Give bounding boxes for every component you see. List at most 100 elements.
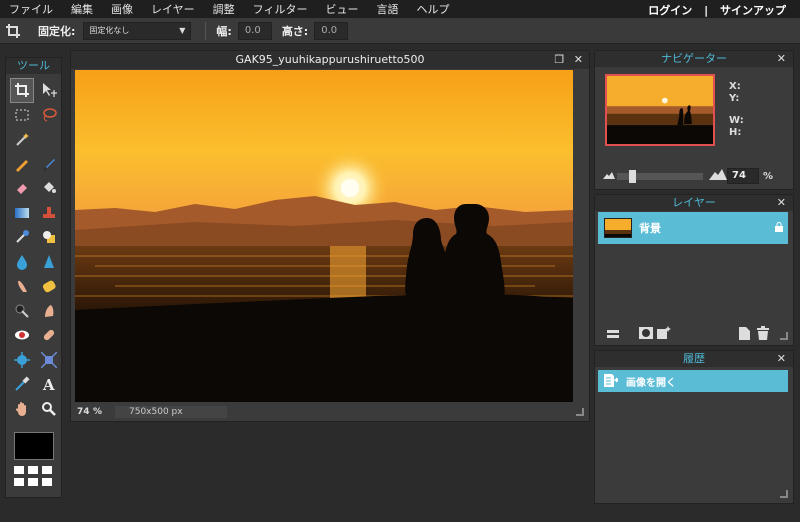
resize-handle-icon[interactable] [780, 490, 788, 498]
swatch-grid-icon[interactable] [14, 466, 52, 486]
color-picker-icon[interactable] [10, 372, 34, 397]
layer-thumbnail [604, 218, 632, 238]
open-document-icon [604, 372, 620, 391]
y-label: Y: [729, 93, 740, 104]
navigator-thumbnail[interactable] [605, 74, 715, 146]
replace-color-icon[interactable] [10, 225, 34, 250]
chevron-down-icon: ▼ [179, 26, 186, 35]
stamp-icon[interactable] [37, 201, 61, 226]
burn-icon[interactable] [37, 299, 61, 324]
menu-bar: ファイル 編集 画像 レイヤー 調整 フィルター ビュー 言語 ヘルプ ログイン… [0, 0, 800, 18]
lock-icon [775, 222, 783, 235]
layer-name: 背景 [639, 222, 661, 235]
layer-effects-icon[interactable] [657, 326, 671, 343]
document-title: GAK95_yuuhikappurushiruetto500 [235, 53, 425, 66]
width-input[interactable]: 0.0 [237, 21, 272, 40]
width-label: 幅: [216, 24, 232, 38]
navigator-title-bar: ナビゲーター ✕ [595, 51, 793, 67]
navigator-zoom-input[interactable]: 74 [727, 168, 759, 184]
zoom-in-mountain-icon[interactable] [709, 169, 727, 183]
new-layer-icon[interactable] [739, 327, 750, 343]
close-icon[interactable]: ✕ [574, 53, 583, 66]
bucket-icon[interactable] [37, 176, 61, 201]
auth-separator: | [704, 4, 709, 17]
navigator-zoom-bar: 74 % [595, 165, 793, 187]
menu-file[interactable]: ファイル [0, 1, 62, 17]
crop-tool-icon [6, 23, 20, 38]
history-title-bar: 履歴 ✕ [595, 351, 793, 367]
layers-title: レイヤー [672, 196, 716, 209]
layer-row[interactable]: 背景 [598, 212, 788, 244]
zoom-out-mountain-icon[interactable] [603, 171, 615, 182]
document-zoom[interactable]: 74 [71, 407, 93, 417]
layer-settings-icon[interactable] [607, 328, 619, 343]
menu-edit[interactable]: 編集 [62, 1, 102, 17]
menu-language[interactable]: 言語 [367, 1, 407, 17]
redeye-icon[interactable] [10, 323, 34, 348]
history-panel: 履歴 ✕ 画像を開く [594, 350, 794, 504]
gradient-icon[interactable] [10, 201, 34, 226]
sharpen-icon[interactable] [37, 250, 61, 275]
navigator-title: ナビゲーター [661, 52, 727, 65]
move-icon[interactable] [37, 78, 61, 103]
navigator-panel: ナビゲーター ✕ X: Y: W: H: 74 % [594, 50, 794, 190]
menu-view[interactable]: ビュー [316, 1, 367, 17]
wand-icon[interactable] [10, 127, 34, 152]
close-icon[interactable]: ✕ [777, 195, 786, 211]
signup-link[interactable]: サインアップ [720, 4, 786, 17]
close-icon[interactable]: ✕ [777, 351, 786, 367]
constrain-label: 固定化: [38, 24, 76, 38]
menu-filter[interactable]: フィルター [244, 1, 317, 17]
blur-icon[interactable] [10, 250, 34, 275]
canvas-image[interactable] [75, 70, 573, 402]
document-zoom-unit: % [93, 407, 103, 417]
menu-layer[interactable]: レイヤー [142, 1, 204, 17]
resize-handle-icon[interactable] [780, 332, 788, 340]
x-label: X: [729, 81, 741, 92]
brush-icon[interactable] [37, 152, 61, 177]
maximize-icon[interactable]: ❐ [554, 53, 564, 66]
menu-image[interactable]: 画像 [102, 1, 142, 17]
drawing-icon[interactable] [37, 225, 61, 250]
hand-icon[interactable] [10, 397, 34, 422]
height-label: 高さ: [281, 24, 309, 38]
pencil-icon[interactable] [10, 152, 34, 177]
history-item[interactable]: 画像を開く [598, 370, 788, 392]
height-input[interactable]: 0.0 [314, 21, 349, 40]
primary-color-swatch[interactable] [14, 432, 54, 460]
dodge-icon[interactable] [10, 299, 34, 324]
crop-icon[interactable] [10, 78, 34, 103]
tool-grid: A [6, 74, 61, 421]
toolbox-title: ツール [6, 58, 61, 74]
login-link[interactable]: ログイン [648, 4, 692, 17]
toolbox: ツール A [5, 57, 62, 498]
zoom-icon[interactable] [37, 397, 61, 422]
marquee-icon[interactable] [10, 103, 34, 128]
navigator-info: X: Y: W: H: [729, 81, 744, 139]
sponge-icon[interactable] [37, 274, 61, 299]
zoom-slider[interactable] [617, 169, 703, 183]
layers-title-bar: レイヤー ✕ [595, 195, 793, 211]
document-title-bar: GAK95_yuuhikappurushiruetto500 ❐ ✕ [71, 51, 589, 69]
bloat-icon[interactable] [10, 348, 34, 373]
close-icon[interactable]: ✕ [777, 51, 786, 67]
trash-icon[interactable] [757, 326, 769, 343]
layer-mask-icon[interactable] [639, 327, 653, 342]
spot-heal-icon[interactable] [37, 323, 61, 348]
smudge-icon[interactable] [10, 274, 34, 299]
blank-slot [37, 127, 61, 152]
constrain-select[interactable]: 固定化なし ▼ [83, 21, 192, 40]
history-title: 履歴 [683, 352, 705, 365]
layers-panel: レイヤー ✕ 背景 [594, 194, 794, 346]
zoom-slider-knob[interactable] [629, 169, 636, 183]
pinch-icon[interactable] [37, 348, 61, 373]
menu-help[interactable]: ヘルプ [407, 1, 458, 17]
lasso-icon[interactable] [37, 103, 61, 128]
auth-links: ログイン | サインアップ [648, 2, 786, 18]
eraser-icon[interactable] [10, 176, 34, 201]
type-icon[interactable]: A [37, 372, 61, 397]
window-controls: ❐ ✕ [554, 51, 583, 69]
svg-text:A: A [42, 376, 55, 392]
menu-adjust[interactable]: 調整 [204, 1, 244, 17]
resize-handle-icon[interactable] [576, 408, 584, 416]
